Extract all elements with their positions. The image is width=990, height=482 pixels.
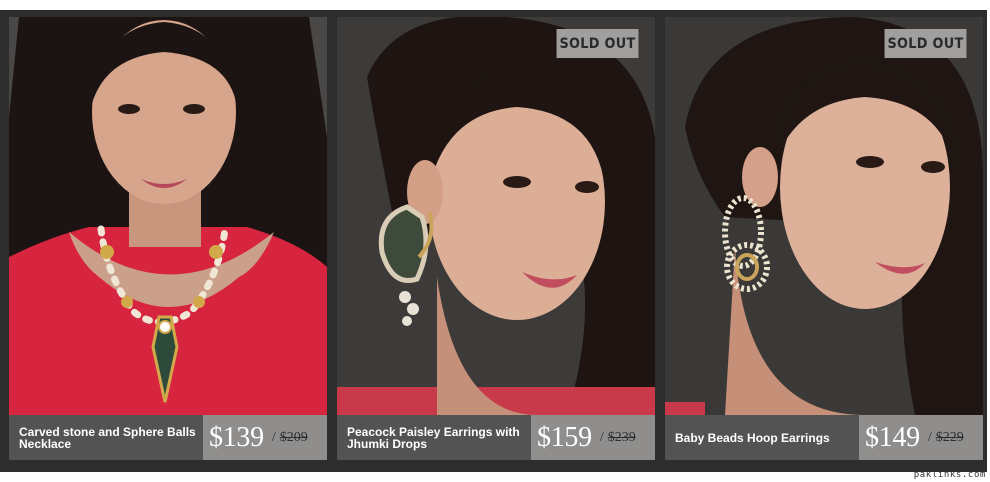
product-photo[interactable] xyxy=(9,17,327,415)
price-separator: / xyxy=(271,429,276,445)
sold-out-badge: SOLD OUT xyxy=(884,29,967,58)
price-box: $139 / $209 xyxy=(203,415,327,460)
price-separator: / xyxy=(599,429,604,445)
product-info-bar: Baby Beads Hoop Earrings $149 / $229 xyxy=(665,415,983,460)
product-info-bar: Carved stone and Sphere Balls Necklace $… xyxy=(9,415,327,460)
sold-out-badge: SOLD OUT xyxy=(556,29,639,58)
price-separator: / xyxy=(927,429,932,445)
current-price: $149 xyxy=(865,421,920,453)
original-price: $229 xyxy=(935,429,964,445)
current-price: $159 xyxy=(537,421,592,453)
price-box: $159 / $239 xyxy=(531,415,655,460)
current-price: $139 xyxy=(209,421,264,453)
original-price: $239 xyxy=(607,429,636,445)
price-box: $149 / $229 xyxy=(859,415,983,460)
product-photo[interactable] xyxy=(665,17,983,415)
product-info-bar: Peacock Paisley Earrings with Jhumki Dro… xyxy=(337,415,655,460)
product-card-hoop-earrings[interactable]: SOLD OUT Baby Beads Hoop Earrings $149 /… xyxy=(665,17,983,460)
product-card-necklace[interactable]: Carved stone and Sphere Balls Necklace $… xyxy=(9,17,327,460)
product-photo[interactable] xyxy=(337,17,655,415)
original-price: $209 xyxy=(279,429,308,445)
product-gallery: Carved stone and Sphere Balls Necklace $… xyxy=(0,10,987,472)
product-name[interactable]: Peacock Paisley Earrings with Jhumki Dro… xyxy=(347,426,527,450)
site-watermark: paklinks.com xyxy=(913,470,986,480)
product-name[interactable]: Baby Beads Hoop Earrings xyxy=(675,432,830,444)
product-name[interactable]: Carved stone and Sphere Balls Necklace xyxy=(19,426,199,450)
product-card-peacock-earrings[interactable]: SOLD OUT Peacock Paisley Earrings with J… xyxy=(337,17,655,460)
